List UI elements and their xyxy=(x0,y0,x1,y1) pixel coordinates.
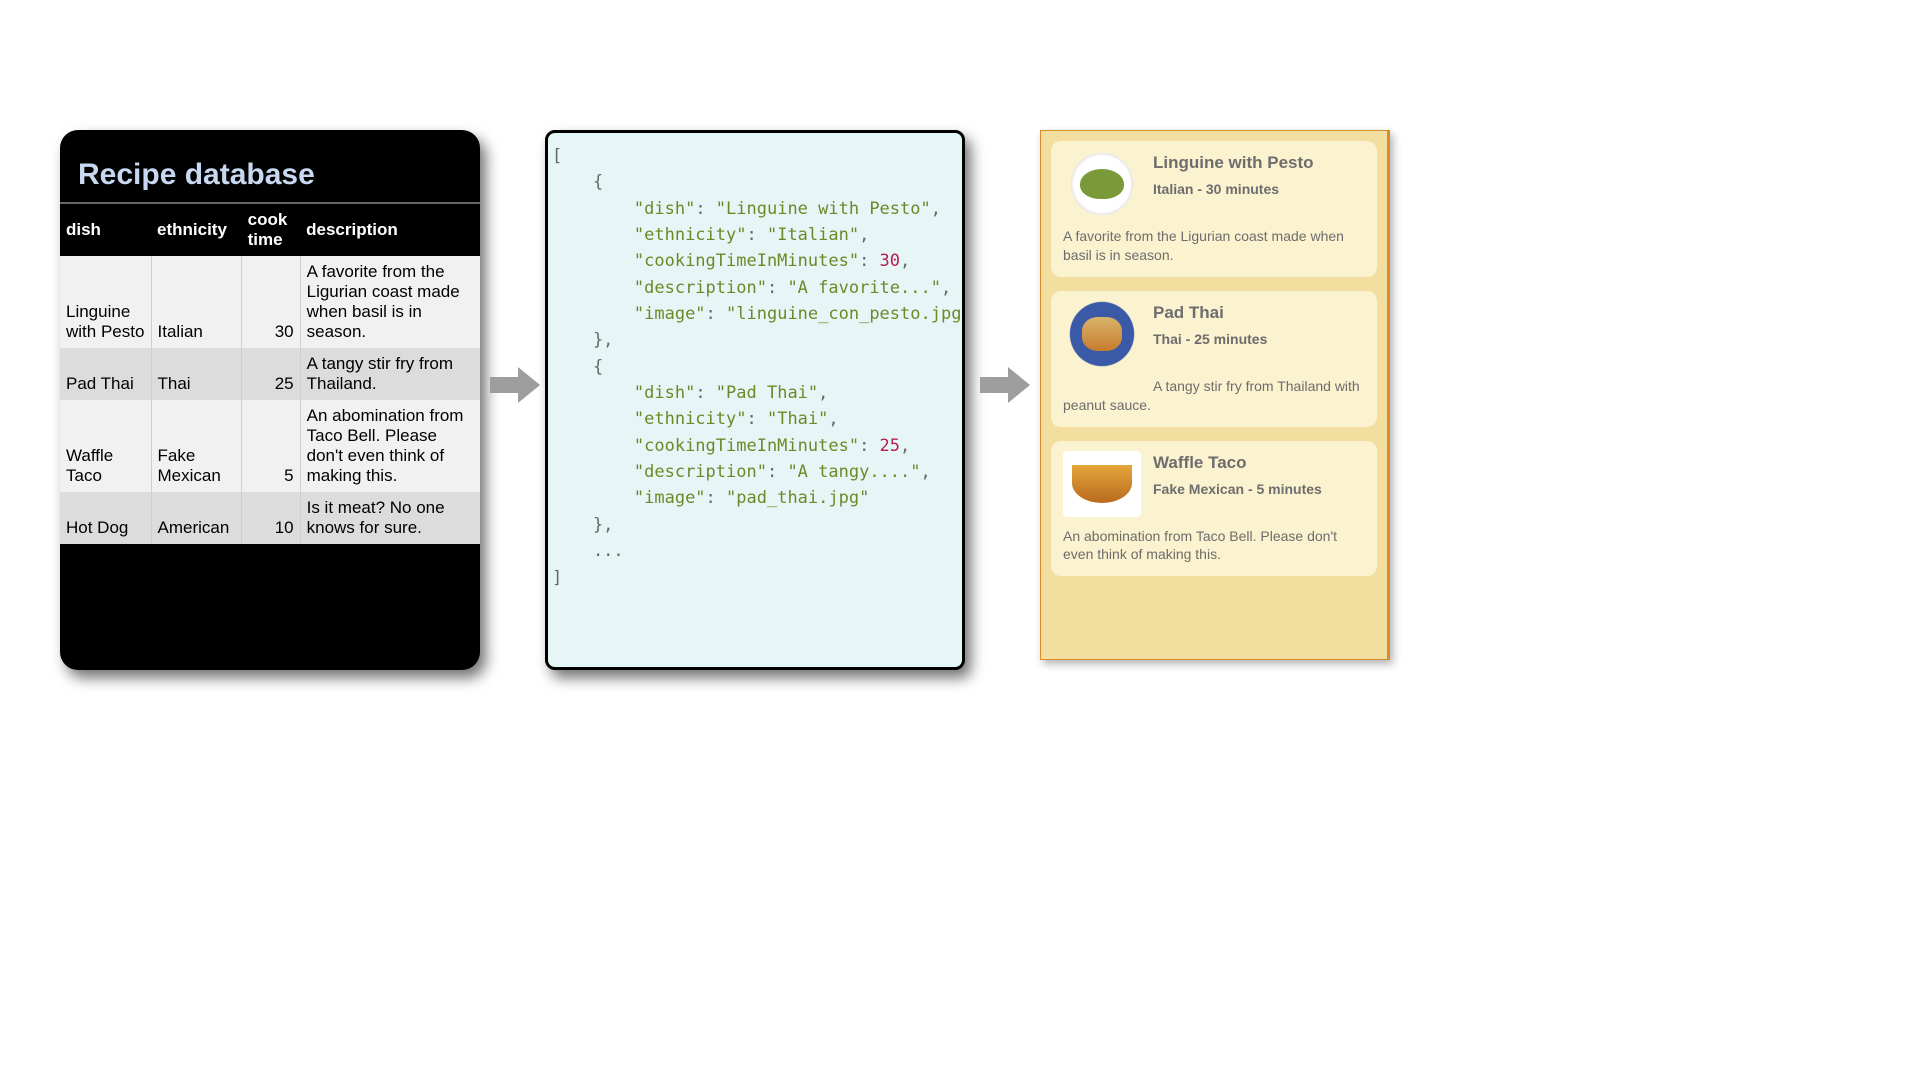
cell-ethnicity: Fake Mexican xyxy=(151,400,242,492)
recipe-card: Pad Thai Thai - 25 minutes A tangy stir … xyxy=(1051,291,1377,427)
recipe-thumbnail xyxy=(1063,151,1141,217)
recipe-description: A favorite from the Ligurian coast made … xyxy=(1063,227,1365,265)
cell-description: A favorite from the Ligurian coast made … xyxy=(300,256,480,348)
recipe-thumbnail xyxy=(1063,451,1141,517)
cell-ethnicity: Thai xyxy=(151,348,242,400)
recipe-thumbnail xyxy=(1063,301,1141,367)
cell-dish: Pad Thai xyxy=(60,348,151,400)
cell-cook-time: 10 xyxy=(242,492,300,544)
col-ethnicity: ethnicity xyxy=(151,203,242,256)
cell-dish: Linguine with Pesto xyxy=(60,256,151,348)
cell-ethnicity: American xyxy=(151,492,242,544)
cell-cook-time: 5 xyxy=(242,400,300,492)
recipe-subtitle: Fake Mexican - 5 minutes xyxy=(1153,481,1322,497)
cell-dish: Waffle Taco xyxy=(60,400,151,492)
cell-description: A tangy stir fry from Thailand. xyxy=(300,348,480,400)
cell-description: An abomination from Taco Bell. Please do… xyxy=(300,400,480,492)
cell-description: Is it meat? No one knows for sure. xyxy=(300,492,480,544)
cell-dish: Hot Dog xyxy=(60,492,151,544)
arrow-right-icon xyxy=(490,365,540,405)
recipe-subtitle: Thai - 25 minutes xyxy=(1153,331,1267,347)
cell-cook-time: 25 xyxy=(242,348,300,400)
cell-cook-time: 30 xyxy=(242,256,300,348)
json-panel: [ { "dish": "Linguine with Pesto", "ethn… xyxy=(545,130,965,670)
database-title: Recipe database xyxy=(60,130,480,202)
arrow-right-icon xyxy=(980,365,1030,405)
recipe-title: Pad Thai xyxy=(1153,303,1267,323)
recipe-subtitle: Italian - 30 minutes xyxy=(1153,181,1314,197)
col-cook-time: cook time xyxy=(242,203,300,256)
recipe-title: Waffle Taco xyxy=(1153,453,1322,473)
table-row: Hot Dog American 10 Is it meat? No one k… xyxy=(60,492,480,544)
table-row: Linguine with Pesto Italian 30 A favorit… xyxy=(60,256,480,348)
recipe-description: A tangy stir fry from Thailand with pean… xyxy=(1063,377,1365,415)
table-row: Waffle Taco Fake Mexican 5 An abominatio… xyxy=(60,400,480,492)
database-panel: Recipe database dish ethnicity cook time… xyxy=(60,130,480,670)
recipe-title: Linguine with Pesto xyxy=(1153,153,1314,173)
recipe-description: An abomination from Taco Bell. Please do… xyxy=(1063,527,1365,565)
cell-ethnicity: Italian xyxy=(151,256,242,348)
database-table: dish ethnicity cook time description Lin… xyxy=(60,202,480,544)
table-row: Pad Thai Thai 25 A tangy stir fry from T… xyxy=(60,348,480,400)
recipe-card: Linguine with Pesto Italian - 30 minutes… xyxy=(1051,141,1377,277)
rendered-ui-panel: Linguine with Pesto Italian - 30 minutes… xyxy=(1040,130,1390,660)
col-dish: dish xyxy=(60,203,151,256)
recipe-card: Waffle Taco Fake Mexican - 5 minutes An … xyxy=(1051,441,1377,577)
col-description: description xyxy=(300,203,480,256)
